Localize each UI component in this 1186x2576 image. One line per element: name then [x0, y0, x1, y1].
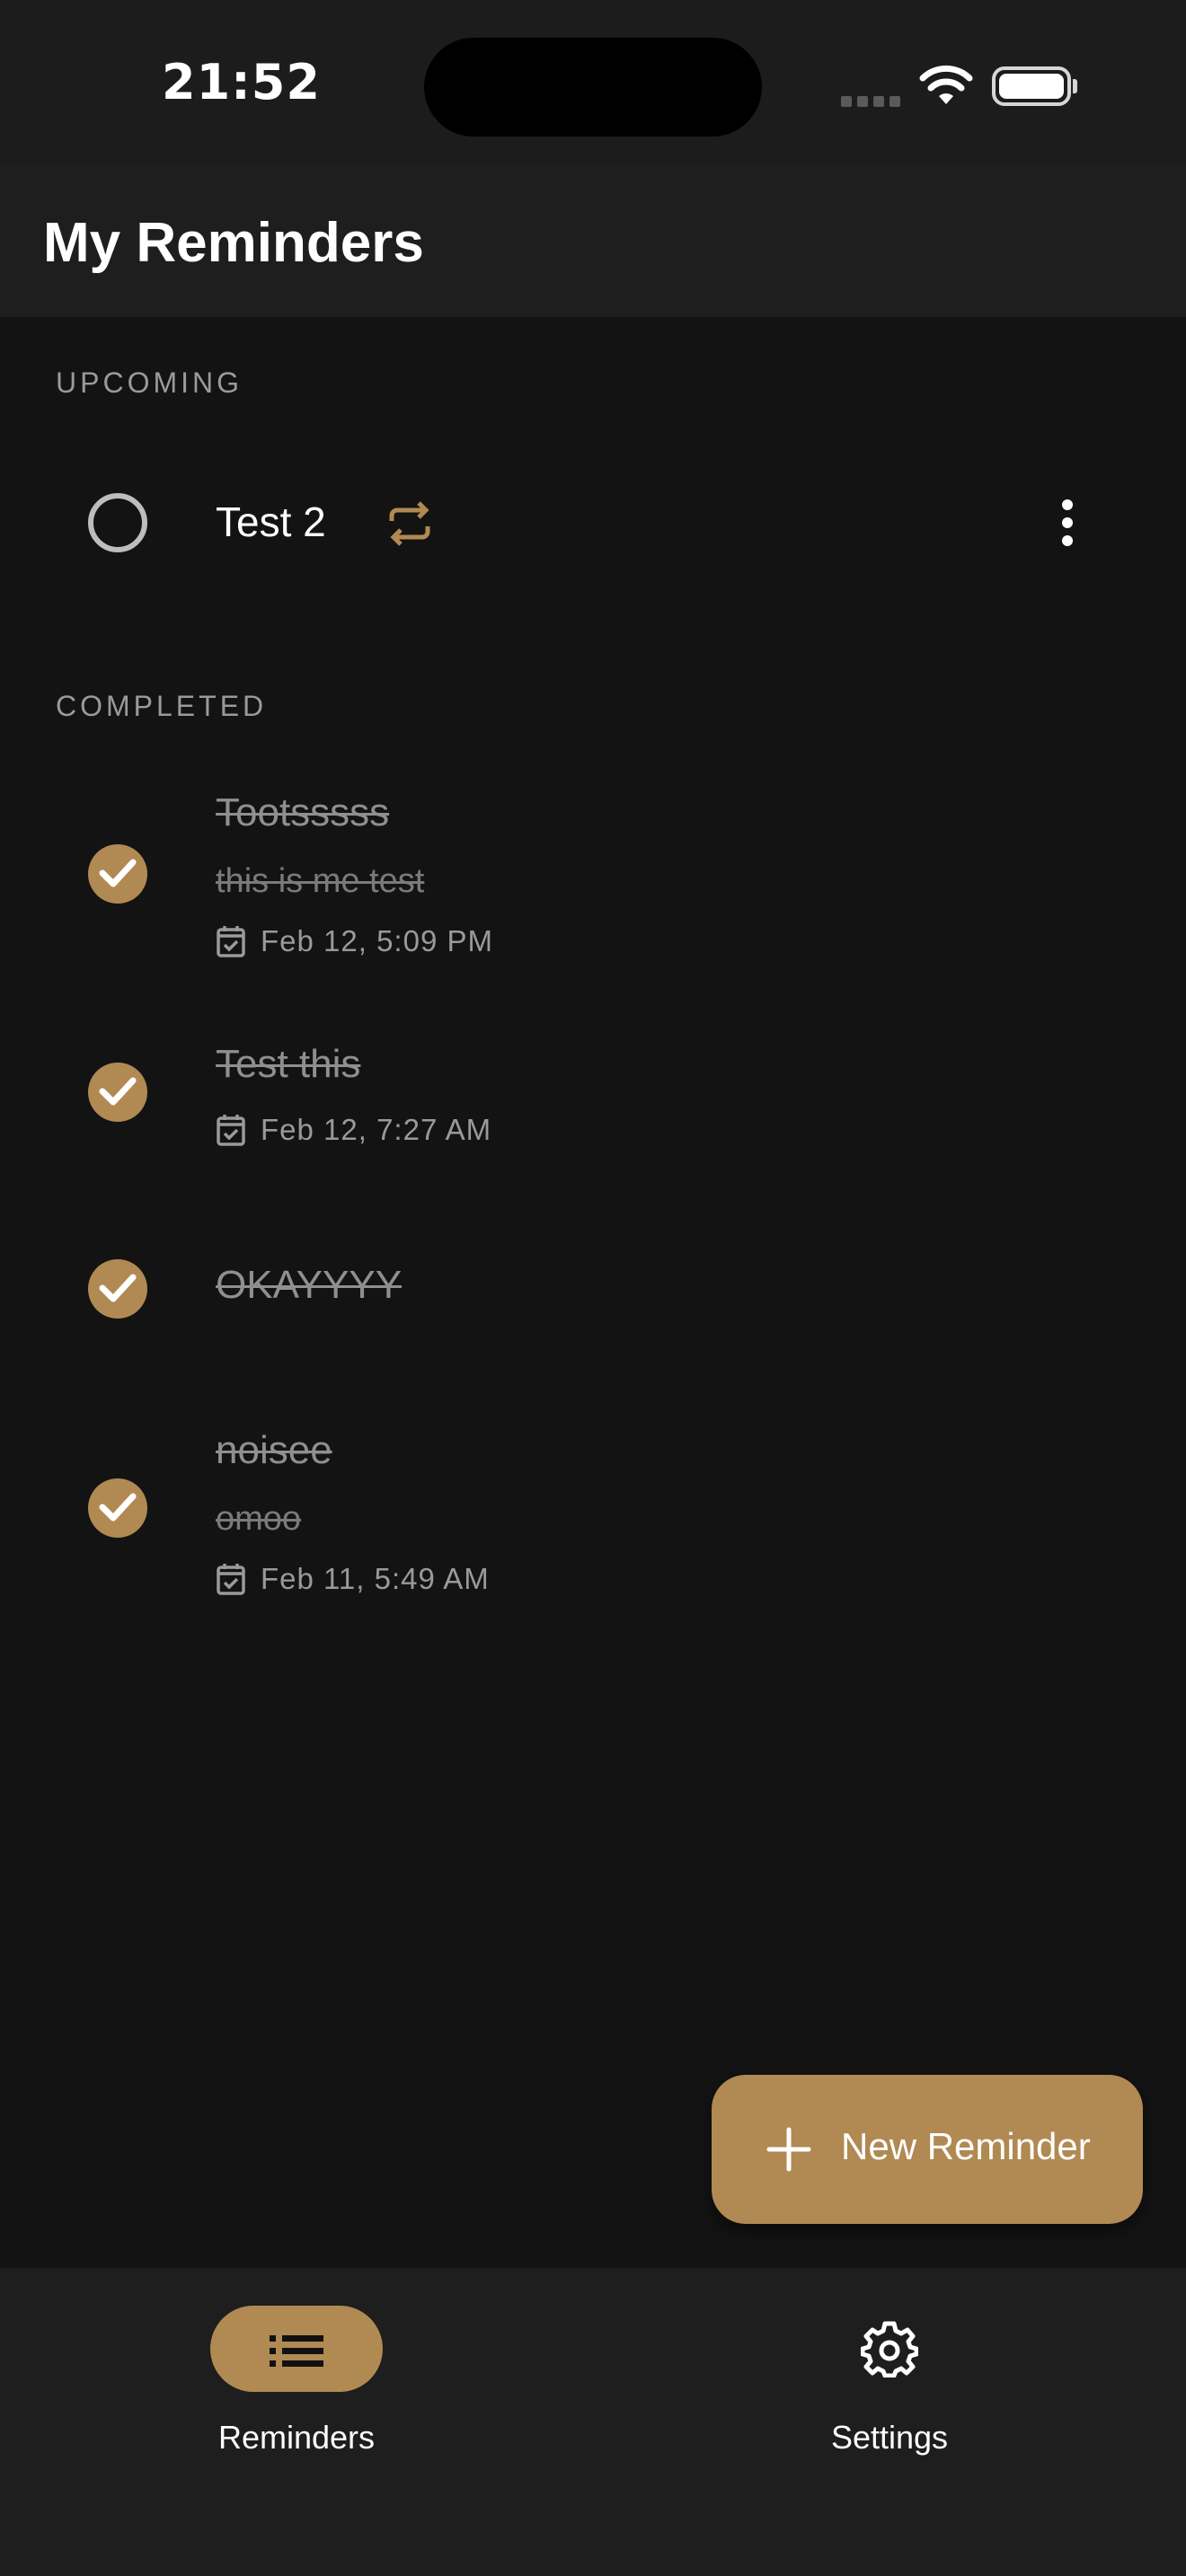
plus-icon — [766, 2127, 811, 2172]
more-options-icon[interactable] — [1049, 499, 1085, 550]
list-icon — [270, 2335, 323, 2367]
dynamic-island — [424, 38, 762, 137]
calendar-check-icon — [217, 926, 245, 957]
repeat-icon — [386, 501, 433, 550]
status-time: 21:52 — [162, 54, 321, 110]
reminder-date: Feb 12, 7:27 AM — [216, 1110, 491, 1150]
nav-label-settings: Settings — [830, 2419, 949, 2456]
list-item[interactable]: Test this Feb 12, 7:27 AM — [0, 1033, 1186, 1168]
list-item[interactable]: Test 2 — [0, 449, 1186, 597]
reminder-checkbox-checked[interactable] — [88, 1063, 147, 1122]
new-reminder-button[interactable]: New Reminder — [712, 2075, 1143, 2224]
list-item[interactable]: Tootsssss this is me test Feb 12, 5:09 P… — [0, 772, 1186, 970]
reminder-title: Tootsssss — [216, 790, 390, 834]
battery-icon — [992, 66, 1071, 106]
reminder-checkbox-checked[interactable] — [88, 844, 147, 904]
gear-icon — [861, 2321, 918, 2378]
calendar-check-icon — [217, 1564, 245, 1595]
reminder-title: Test 2 — [216, 498, 326, 545]
bottom-navigation: Reminders Settings — [0, 2268, 1186, 2576]
reminder-date-text: Feb 12, 7:27 AM — [261, 1113, 492, 1146]
page-title: My Reminders — [43, 212, 424, 274]
cellular-signal-icon — [841, 93, 906, 110]
reminder-date: Feb 11, 5:49 AM — [216, 1559, 490, 1599]
new-reminder-label: New Reminder — [841, 2125, 1091, 2167]
list-item[interactable]: OKAYYYY — [0, 1248, 1186, 1329]
app-header: My Reminders — [0, 166, 1186, 317]
calendar-check-icon — [217, 1115, 245, 1146]
reminder-checkbox-checked[interactable] — [88, 1478, 147, 1538]
list-item[interactable]: noisee omoo Feb 11, 5:49 AM — [0, 1419, 1186, 1617]
reminder-title: noisee — [216, 1428, 332, 1472]
reminder-note: this is me test — [216, 862, 425, 900]
battery-tip — [1073, 79, 1077, 93]
wifi-icon — [918, 65, 974, 111]
reminder-note: omoo — [216, 1500, 302, 1538]
reminder-date-text: Feb 12, 5:09 PM — [261, 924, 493, 957]
reminder-checkbox[interactable] — [88, 493, 147, 552]
nav-item-reminders[interactable]: Reminders — [117, 2268, 476, 2456]
reminder-title: Test this — [216, 1042, 361, 1086]
reminder-date-text: Feb 11, 5:49 AM — [261, 1562, 490, 1595]
status-bar: 21:52 — [0, 0, 1186, 166]
section-header-upcoming: UPCOMING — [56, 366, 243, 399]
section-header-completed: COMPLETED — [56, 690, 268, 722]
reminder-title: OKAYYYY — [216, 1263, 403, 1307]
nav-label-reminders: Reminders — [217, 2419, 376, 2456]
reminder-checkbox-checked[interactable] — [88, 1259, 147, 1319]
nav-item-settings[interactable]: Settings — [710, 2268, 1069, 2456]
reminder-date: Feb 12, 5:09 PM — [216, 922, 493, 961]
